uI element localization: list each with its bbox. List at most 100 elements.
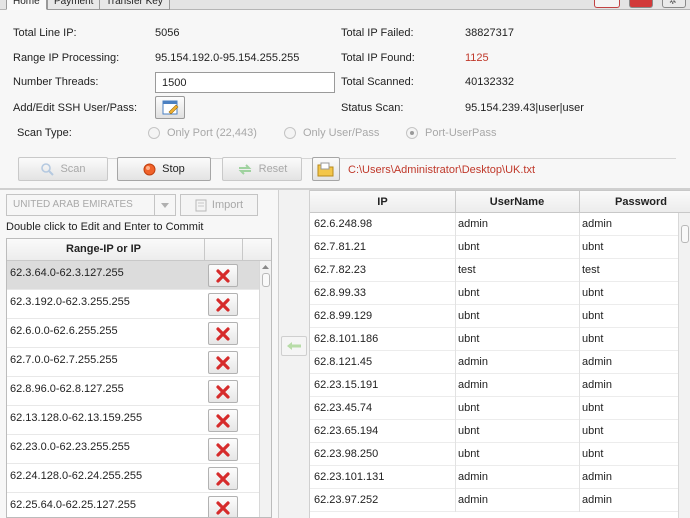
- chevron-down-icon[interactable]: [154, 195, 174, 215]
- result-ip: 62.8.121.45: [314, 356, 373, 368]
- results-scroll-thumb[interactable]: [681, 225, 689, 243]
- country-select[interactable]: UNITED ARAB EMIRATES: [6, 194, 176, 216]
- range-row[interactable]: 62.24.128.0-62.24.255.255: [7, 464, 259, 493]
- result-username: ubnt: [458, 402, 480, 414]
- gear-icon: ✲: [669, 0, 677, 6]
- range-row-text[interactable]: 62.3.64.0-62.3.127.255: [10, 267, 124, 279]
- delete-range-button[interactable]: [208, 380, 238, 403]
- scroll-up-icon[interactable]: [260, 262, 271, 272]
- import-button[interactable]: Import: [180, 194, 258, 216]
- result-row[interactable]: 62.8.99.129 ubnt ubnt: [310, 305, 678, 328]
- settings-button[interactable]: ✲: [662, 0, 686, 8]
- result-password: admin: [582, 379, 612, 391]
- delete-range-button[interactable]: [208, 438, 238, 461]
- column-password: Password: [615, 196, 667, 208]
- search-icon: [41, 163, 55, 176]
- range-table-header: Range-IP or IP: [7, 239, 271, 261]
- result-row[interactable]: 62.23.65.194 ubnt ubnt: [310, 420, 678, 443]
- file-path: C:\Users\Administrator\Desktop\UK.txt: [348, 164, 536, 176]
- result-username: admin: [458, 471, 488, 483]
- status-scan-value: 95.154.239.43|user|user: [465, 102, 584, 114]
- result-row[interactable]: 62.8.101.186 ubnt ubnt: [310, 328, 678, 351]
- result-password: ubnt: [582, 333, 604, 345]
- range-row-text[interactable]: 62.6.0.0-62.6.255.255: [10, 325, 118, 337]
- result-password: ubnt: [582, 425, 604, 437]
- result-row[interactable]: 62.23.97.252 admin admin: [310, 489, 678, 512]
- threads-input[interactable]: [155, 72, 335, 93]
- result-password: ubnt: [582, 448, 604, 460]
- delete-range-button[interactable]: [208, 467, 238, 490]
- range-row-text[interactable]: 62.25.64.0-62.25.127.255: [10, 499, 136, 511]
- result-password: admin: [582, 471, 612, 483]
- result-row[interactable]: 62.8.121.45 admin admin: [310, 351, 678, 374]
- delete-range-button[interactable]: [208, 264, 238, 287]
- range-pane: UNITED ARAB EMIRATES Import Double click…: [0, 190, 278, 518]
- result-row[interactable]: 62.7.81.21 ubnt ubnt: [310, 236, 678, 259]
- delete-icon: [216, 414, 230, 428]
- range-row-text[interactable]: 62.3.192.0-62.3.255.255: [10, 296, 130, 308]
- result-ip: 62.8.101.186: [314, 333, 379, 345]
- range-row[interactable]: 62.25.64.0-62.25.127.255: [7, 493, 259, 517]
- reset-button-label: Reset: [258, 163, 288, 175]
- delete-range-button[interactable]: [208, 293, 238, 316]
- result-row[interactable]: 62.6.248.98 admin admin: [310, 213, 678, 236]
- result-row[interactable]: 62.23.15.191 admin admin: [310, 374, 678, 397]
- column-ip: IP: [377, 196, 388, 208]
- range-row-text[interactable]: 62.7.0.0-62.7.255.255: [10, 354, 118, 366]
- result-username: ubnt: [458, 310, 480, 322]
- range-row[interactable]: 62.13.128.0-62.13.159.255: [7, 406, 259, 435]
- range-row-text[interactable]: 62.13.128.0-62.13.159.255: [10, 412, 142, 424]
- total-scanned-label: Total Scanned:: [341, 76, 414, 88]
- result-row[interactable]: 62.7.82.23 test test: [310, 259, 678, 282]
- tab-home[interactable]: Home: [6, 0, 47, 10]
- range-row[interactable]: 62.3.192.0-62.3.255.255: [7, 290, 259, 319]
- result-row[interactable]: 62.23.98.250 ubnt ubnt: [310, 443, 678, 466]
- range-row-text[interactable]: 62.8.96.0-62.8.127.255: [10, 383, 124, 395]
- range-row[interactable]: 62.23.0.0-62.23.255.255: [7, 435, 259, 464]
- total-line-ip-value: 5056: [155, 27, 180, 39]
- delete-icon: [216, 501, 230, 515]
- result-row[interactable]: 62.8.99.33 ubnt ubnt: [310, 282, 678, 305]
- tab-payment[interactable]: Payment: [47, 0, 101, 10]
- window-button-a[interactable]: [594, 0, 620, 8]
- range-row[interactable]: 62.7.0.0-62.7.255.255: [7, 348, 259, 377]
- range-row-text[interactable]: 62.23.0.0-62.23.255.255: [10, 441, 130, 453]
- stop-button-label: Stop: [162, 163, 185, 175]
- reset-button[interactable]: Reset: [222, 157, 302, 181]
- edit-ssh-button[interactable]: [155, 96, 185, 119]
- range-row[interactable]: 62.3.64.0-62.3.127.255: [7, 261, 259, 290]
- delete-range-button[interactable]: [208, 496, 238, 517]
- delete-icon: [216, 269, 230, 283]
- result-row[interactable]: 62.23.45.74 ubnt ubnt: [310, 397, 678, 420]
- total-found-label: Total IP Found:: [341, 52, 415, 64]
- radio-only-port[interactable]: [148, 127, 160, 139]
- result-row[interactable]: 62.23.101.131 admin admin: [310, 466, 678, 489]
- tab-transfer-key[interactable]: Transfer Key: [99, 0, 170, 10]
- radio-port-userpass[interactable]: [406, 127, 418, 139]
- window-close-button[interactable]: [629, 0, 653, 8]
- delete-range-button[interactable]: [208, 409, 238, 432]
- column-username: UserName: [489, 196, 545, 208]
- total-found-value: 1125: [465, 52, 489, 64]
- transfer-pane: [278, 190, 310, 518]
- range-row[interactable]: 62.8.96.0-62.8.127.255: [7, 377, 259, 406]
- range-row-text[interactable]: 62.24.128.0-62.24.255.255: [10, 470, 142, 482]
- scroll-thumb[interactable]: [262, 273, 270, 287]
- stop-button[interactable]: Stop: [117, 157, 211, 181]
- stop-icon: [143, 163, 156, 175]
- open-file-button[interactable]: [312, 157, 340, 181]
- total-failed-label: Total IP Failed:: [341, 27, 414, 39]
- scan-button[interactable]: Scan: [18, 157, 108, 181]
- range-row[interactable]: 62.6.0.0-62.6.255.255: [7, 319, 259, 348]
- delete-range-button[interactable]: [208, 351, 238, 374]
- result-password: test: [582, 264, 600, 276]
- results-scrollbar[interactable]: [678, 213, 690, 518]
- result-password: ubnt: [582, 402, 604, 414]
- delete-range-button[interactable]: [208, 322, 238, 345]
- threads-label: Number Threads:: [13, 76, 99, 88]
- result-ip: 62.7.82.23: [314, 264, 366, 276]
- move-left-button[interactable]: [281, 336, 307, 356]
- import-button-label: Import: [211, 199, 244, 211]
- range-scrollbar[interactable]: [259, 261, 271, 517]
- radio-only-userpass[interactable]: [284, 127, 296, 139]
